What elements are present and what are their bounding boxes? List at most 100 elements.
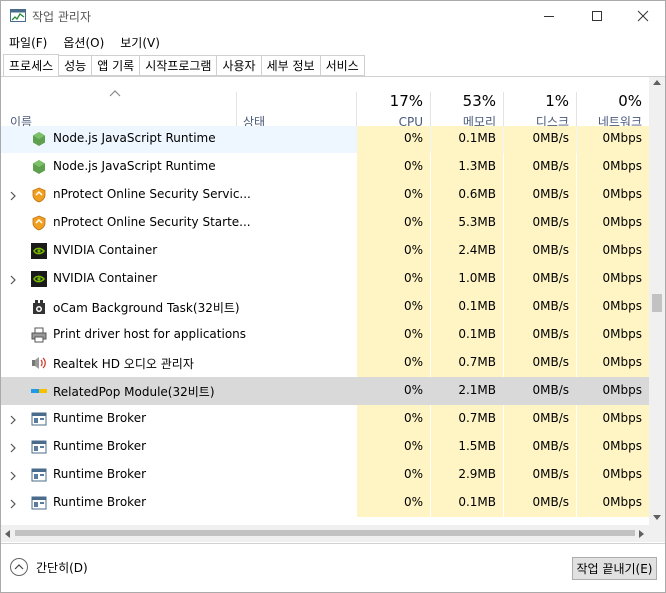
cpu-value: 0% — [403, 159, 423, 173]
memory-value: 0.1MB — [458, 131, 496, 145]
footer-divider — [1, 543, 665, 544]
process-name: NVIDIA Container — [53, 271, 158, 285]
column-cpu[interactable]: 17% CPU — [357, 91, 423, 130]
table-row[interactable]: Runtime Broker 0% 0.1MB 0MB/s 0Mbps — [1, 489, 649, 517]
network-value: 0Mbps — [602, 243, 642, 257]
memory-value: 0.1MB — [458, 495, 496, 509]
disk-value: 0MB/s — [532, 271, 569, 285]
memory-value: 0.7MB — [458, 411, 496, 425]
scroll-up-icon[interactable] — [653, 79, 661, 85]
tab-strip: 프로세스 성능 앱 기록 시작프로그램 사용자 세부 정보 서비스 — [3, 54, 365, 77]
disk-value: 0MB/s — [532, 411, 569, 425]
column-memory[interactable]: 53% 메모리 — [431, 91, 496, 130]
runtime-broker-icon — [31, 467, 47, 483]
column-disk[interactable]: 1% 디스크 — [504, 91, 569, 130]
cpu-total: 17% — [389, 92, 423, 110]
horizontal-scroll-thumb[interactable] — [15, 530, 635, 536]
disk-value: 0MB/s — [532, 187, 569, 201]
process-name: Runtime Broker — [53, 495, 147, 509]
vertical-scroll-thumb[interactable] — [652, 294, 662, 312]
process-name: nProtect Online Security Servic... — [53, 187, 251, 201]
table-row[interactable]: Runtime Broker 0% 1.5MB 0MB/s 0Mbps — [1, 433, 649, 461]
table-row[interactable]: RelatedPop Module(32비트) 0% 2.1MB 0MB/s 0Mbps — [1, 377, 649, 405]
horizontal-scrollbar[interactable] — [1, 525, 649, 542]
cpu-value: 0% — [403, 495, 423, 509]
tab-users[interactable]: 사용자 — [217, 55, 262, 76]
process-name: Realtek HD 오디오 관리자 — [53, 357, 194, 371]
table-row[interactable]: NVIDIA Container 0% 1.0MB 0MB/s 0Mbps — [1, 265, 649, 293]
tab-details[interactable]: 세부 정보 — [261, 55, 321, 76]
ocam-icon — [31, 299, 47, 315]
disk-value: 0MB/s — [532, 355, 569, 369]
disk-value: 0MB/s — [532, 299, 569, 313]
fewer-details-button[interactable]: 간단히(D) — [10, 558, 88, 576]
scroll-right-icon[interactable] — [639, 530, 645, 538]
table-row[interactable]: Node.js JavaScript Runtime 0% 1.3MB 0MB/s 0M… — [1, 153, 649, 181]
disk-value: 0MB/s — [532, 383, 569, 397]
disk-value: 0MB/s — [532, 243, 569, 257]
memory-value: 0.6MB — [458, 187, 496, 201]
relatedpop-icon — [31, 383, 47, 399]
chevron-right-icon[interactable] — [9, 274, 17, 285]
memory-value: 0.1MB — [458, 299, 496, 313]
menu-view[interactable]: 보기(V) — [112, 34, 168, 51]
chevron-right-icon[interactable] — [9, 414, 17, 425]
menu-options[interactable]: 옵션(O) — [55, 34, 112, 51]
chevron-right-icon[interactable] — [9, 470, 17, 481]
table-row[interactable]: nProtect Online Security Servic... 0% 0.6M… — [1, 181, 649, 209]
table-row[interactable]: Runtime Broker 0% 0.7MB 0MB/s 0Mbps — [1, 405, 649, 433]
cpu-value: 0% — [403, 187, 423, 201]
network-value: 0Mbps — [602, 187, 642, 201]
tab-performance[interactable]: 성능 — [59, 55, 93, 76]
table-row[interactable]: Runtime Broker 0% 2.9MB 0MB/s 0Mbps — [1, 461, 649, 489]
chevron-right-icon[interactable] — [9, 442, 17, 453]
chevron-up-icon — [10, 558, 28, 576]
tab-app-history[interactable]: 앱 기록 — [92, 55, 141, 76]
table-row[interactable]: Print driver host for applications 0% 0.1M… — [1, 321, 649, 349]
minimize-button[interactable] — [526, 1, 572, 31]
maximize-button[interactable] — [574, 1, 620, 31]
chevron-right-icon[interactable] — [9, 190, 17, 201]
chevron-right-icon[interactable] — [9, 498, 17, 509]
vertical-scrollbar[interactable] — [649, 77, 665, 525]
memory-value: 2.1MB — [458, 383, 496, 397]
table-row[interactable]: NVIDIA Container 0% 2.4MB 0MB/s 0Mbps — [1, 237, 649, 265]
network-value: 0Mbps — [602, 271, 642, 285]
network-value: 0Mbps — [602, 215, 642, 229]
scrollbar-corner — [649, 525, 665, 542]
cpu-value: 0% — [403, 383, 423, 397]
process-name: Print driver host for applications — [53, 327, 247, 341]
memory-value: 0.7MB — [458, 355, 496, 369]
network-value: 0Mbps — [602, 383, 642, 397]
process-name: oCam Background Task(32비트) — [53, 301, 240, 315]
cpu-value: 0% — [403, 243, 423, 257]
menu-file[interactable]: 파일(F) — [1, 34, 55, 51]
table-row[interactable]: nProtect Online Security Starte... 0% 5.3M… — [1, 209, 649, 237]
nvidia-icon — [31, 243, 47, 259]
close-button[interactable] — [620, 1, 666, 31]
cpu-value: 0% — [403, 299, 423, 313]
table-row[interactable]: Realtek HD 오디오 관리자 0% 0.7MB 0MB/s 0Mbps — [1, 349, 649, 377]
table-row[interactable]: Node.js JavaScript Runtime 0% 0.1MB 0MB/s 0M… — [1, 126, 649, 153]
scroll-down-icon[interactable] — [653, 515, 661, 521]
memory-total: 53% — [462, 92, 496, 110]
tab-processes[interactable]: 프로세스 — [3, 54, 60, 77]
end-task-button[interactable]: 작업 끝내기(E) — [572, 557, 657, 580]
cpu-value: 0% — [403, 327, 423, 341]
sort-ascending-icon[interactable] — [109, 89, 121, 97]
runtime-broker-icon — [31, 495, 47, 511]
memory-value: 5.3MB — [458, 215, 496, 229]
table-row[interactable]: oCam Background Task(32비트) 0% 0.1MB 0MB/s 0M… — [1, 293, 649, 321]
cpu-value: 0% — [403, 467, 423, 481]
process-name: Runtime Broker — [53, 467, 147, 481]
cpu-value: 0% — [403, 411, 423, 425]
scroll-left-icon[interactable] — [4, 530, 10, 538]
nprotect-shield-icon — [31, 215, 47, 231]
tab-startup[interactable]: 시작프로그램 — [140, 55, 218, 76]
nodejs-icon — [31, 131, 47, 147]
network-value: 0Mbps — [602, 411, 642, 425]
column-network[interactable]: 0% 네트워크 — [577, 91, 642, 130]
memory-value: 0.1MB — [458, 327, 496, 341]
title-bar[interactable]: 작업 관리자 — [1, 1, 665, 31]
tab-services[interactable]: 서비스 — [320, 55, 365, 76]
